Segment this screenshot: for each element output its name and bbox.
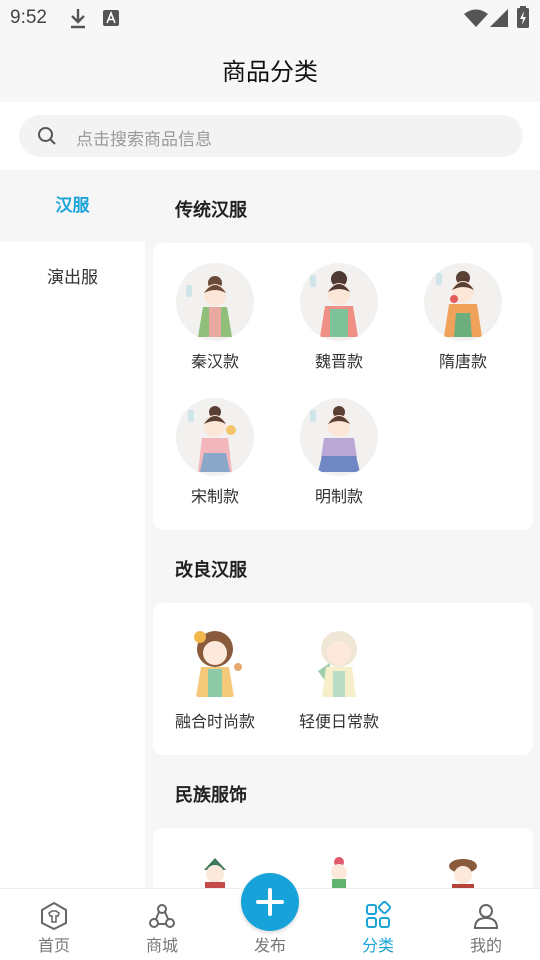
nav-label-publish: 发布 <box>253 936 286 955</box>
sidebar-item-performance[interactable]: 演出服 <box>0 242 145 314</box>
category-item-ethnic-3[interactable] <box>401 848 511 888</box>
hanfu-figure-image <box>300 623 378 701</box>
nav-label-profile: 我的 <box>469 936 502 955</box>
publish-button[interactable] <box>241 873 299 931</box>
nav-label-category: 分类 <box>361 936 394 955</box>
battery-charging-icon <box>517 6 529 28</box>
home-icon <box>41 901 67 931</box>
category-label: 轻便日常款 <box>298 712 379 731</box>
page-title: 商品分类 <box>222 58 318 86</box>
category-item-fashion[interactable]: 融合时尚款 <box>153 623 263 743</box>
category-label: 明制款 <box>314 487 363 506</box>
title-bar: 商品分类 <box>0 36 540 102</box>
category-label: 魏晋款 <box>314 352 363 371</box>
hanfu-figure-image <box>176 398 254 476</box>
section-title-ethnic: 民族服饰 <box>175 785 247 806</box>
keyboard-a-icon <box>103 10 119 26</box>
search-icon <box>38 127 56 145</box>
search-bar: 点击搜索商品信息 <box>0 102 540 170</box>
ethnic-figure-image <box>424 848 502 888</box>
category-label: 隋唐款 <box>438 352 487 371</box>
ethnic-figure-image <box>300 848 378 888</box>
hanfu-figure-image <box>300 398 378 476</box>
nav-item-shop[interactable]: 商城 <box>108 889 216 960</box>
category-label: 融合时尚款 <box>174 712 255 731</box>
download-icon <box>71 9 85 29</box>
category-label: 秦汉款 <box>190 352 239 371</box>
category-card-traditional: 秦汉款 魏晋款 隋唐款 宋制款 明制款 <box>153 243 533 530</box>
category-icon <box>366 901 392 928</box>
profile-icon <box>473 904 499 929</box>
wifi-icon <box>464 9 488 27</box>
section-title-traditional: 传统汉服 <box>175 200 247 221</box>
nav-item-home[interactable]: 首页 <box>0 889 108 960</box>
hanfu-figure-image <box>176 623 254 701</box>
category-label: 宋制款 <box>190 487 239 506</box>
category-item-qinhan[interactable]: 秦汉款 <box>153 263 263 383</box>
nav-item-category[interactable]: 分类 <box>324 889 432 960</box>
category-sidebar: 汉服 演出服 <box>0 170 145 888</box>
search-input[interactable]: 点击搜索商品信息 <box>19 115 523 157</box>
sidebar-item-hanfu[interactable]: 汉服 <box>0 170 145 242</box>
category-content: 传统汉服 秦汉款 魏晋款 隋唐款 宋制款 明制款 改良汉服 融合时尚款 轻便日常… <box>145 170 540 888</box>
category-item-song[interactable]: 宋制款 <box>153 398 263 518</box>
category-card-ethnic <box>153 828 533 888</box>
hanfu-figure-image <box>176 263 254 341</box>
category-item-weijin[interactable]: 魏晋款 <box>277 263 387 383</box>
nav-label-home: 首页 <box>37 936 70 955</box>
category-item-casual[interactable]: 轻便日常款 <box>277 623 387 743</box>
status-time: 9:52 <box>10 7 47 28</box>
section-title-improved: 改良汉服 <box>175 560 247 581</box>
nav-item-profile[interactable]: 我的 <box>432 889 540 960</box>
signal-icon <box>490 9 508 27</box>
status-bar: 9:52 <box>0 0 540 36</box>
plus-icon <box>256 888 284 916</box>
category-item-suitang[interactable]: 隋唐款 <box>401 263 511 383</box>
search-placeholder: 点击搜索商品信息 <box>76 130 212 150</box>
category-item-ming[interactable]: 明制款 <box>277 398 387 518</box>
hanfu-figure-image <box>424 263 502 341</box>
shop-icon <box>149 904 175 928</box>
category-card-improved: 融合时尚款 轻便日常款 <box>153 603 533 755</box>
hanfu-figure-image <box>300 263 378 341</box>
nav-label-shop: 商城 <box>145 936 178 955</box>
